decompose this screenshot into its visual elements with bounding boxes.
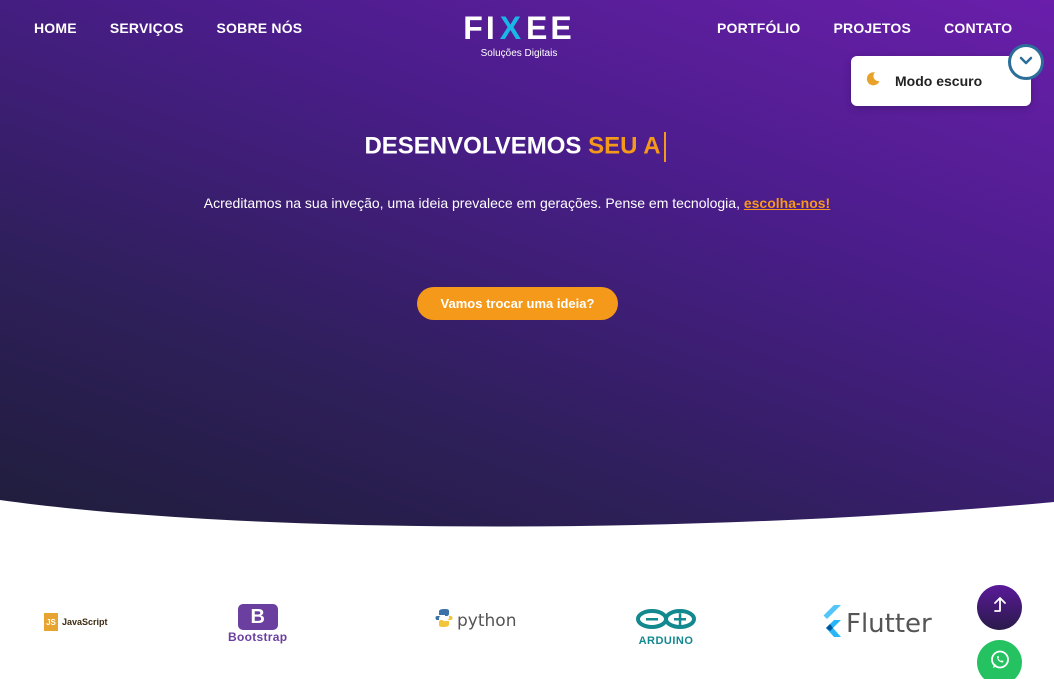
- arrow-up-icon: [989, 594, 1011, 621]
- whatsapp-icon: [989, 649, 1011, 676]
- logo-tagline: Soluções Digitais: [480, 48, 558, 59]
- nav-about-link[interactable]: SOBRE NÓS: [217, 20, 303, 36]
- headline-white-text: DESENVOLVEMOS: [364, 132, 582, 160]
- typing-cursor: [663, 132, 666, 162]
- arduino-label: ARDUINO: [638, 635, 694, 647]
- javascript-label: JavaScript: [62, 617, 108, 627]
- cta-button[interactable]: Vamos trocar uma ideia?: [417, 287, 618, 320]
- scroll-to-top-button[interactable]: [977, 585, 1022, 630]
- arduino-icon: [634, 608, 698, 635]
- technology-logos: JS JavaScript B Bootstrap python ARDUINO: [0, 596, 1054, 652]
- hero-wave-divider: [0, 500, 1054, 550]
- nav-contact-link[interactable]: CONTATO: [944, 20, 1012, 36]
- subtitle-text: Acreditamos na sua inveção, uma ideia pr…: [203, 195, 740, 211]
- nav-left: HOME SERVIÇOS SOBRE NÓS: [34, 20, 302, 36]
- bootstrap-badge: B: [237, 604, 278, 630]
- flutter-icon: [820, 604, 842, 643]
- chevron-down-icon: [1018, 52, 1034, 73]
- hero-subtitle: Acreditamos na sua inveção, uma ideia pr…: [0, 195, 1034, 211]
- nav-services-link[interactable]: SERVIÇOS: [110, 20, 184, 36]
- arduino-logo: ARDUINO: [634, 608, 698, 647]
- moon-icon: [865, 71, 881, 92]
- python-icon: [435, 608, 453, 633]
- javascript-badge: JS: [44, 613, 58, 631]
- nav-portfolio-link[interactable]: PORTFÓLIO: [717, 20, 800, 36]
- logo-text-right: EE: [526, 10, 575, 46]
- whatsapp-button[interactable]: [977, 640, 1022, 679]
- nav-projects-link[interactable]: PROJETOS: [833, 20, 911, 36]
- headline-accent-text: SEU A: [588, 132, 661, 160]
- logo-wordmark: FI X EE: [463, 10, 571, 46]
- hero-headline: DESENVOLVEMOS SEU A: [0, 132, 1030, 162]
- python-label: python: [457, 610, 517, 631]
- logo-text-left: FI: [463, 10, 498, 46]
- bootstrap-label: Bootstrap: [228, 630, 288, 644]
- python-logo: python: [435, 608, 516, 633]
- flutter-label: Flutter: [846, 608, 932, 639]
- flutter-logo: Flutter: [820, 604, 932, 643]
- logo-text-x: X: [499, 10, 525, 46]
- dark-mode-collapse-button[interactable]: [1008, 44, 1044, 80]
- bootstrap-logo: B Bootstrap: [228, 604, 287, 644]
- dark-mode-toggle[interactable]: Modo escuro: [851, 56, 1031, 106]
- choose-us-link[interactable]: escolha-nos!: [744, 195, 830, 211]
- nav-right: PORTFÓLIO PROJETOS CONTATO: [717, 20, 1012, 36]
- javascript-logo: JS JavaScript: [44, 613, 108, 631]
- site-logo[interactable]: FI X EE Soluções Digitais: [463, 10, 571, 59]
- dark-mode-label: Modo escuro: [895, 73, 983, 89]
- nav-home-link[interactable]: HOME: [34, 20, 77, 36]
